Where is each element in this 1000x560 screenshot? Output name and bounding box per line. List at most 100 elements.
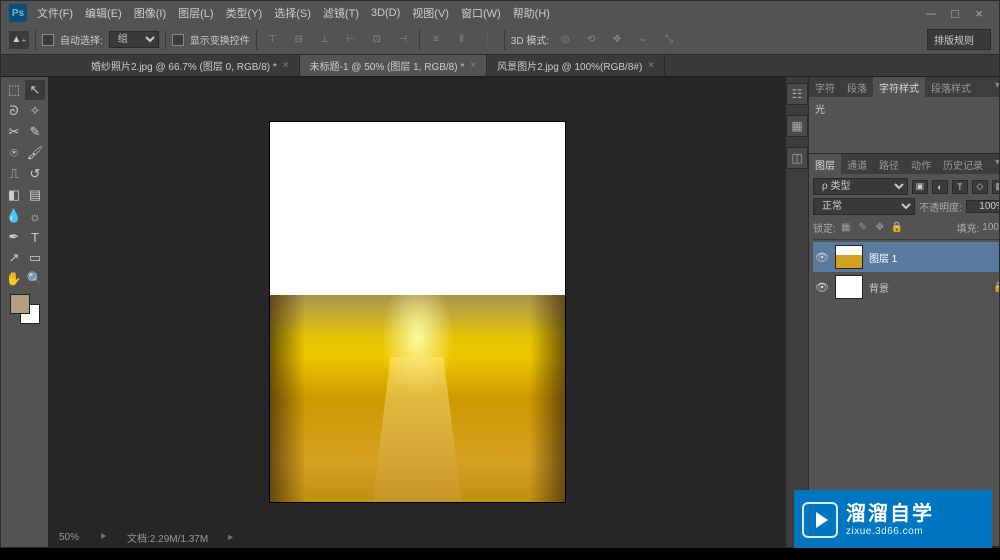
- visibility-icon[interactable]: 👁: [815, 251, 829, 264]
- hand-tool[interactable]: ✋: [4, 269, 24, 289]
- lasso-tool[interactable]: ᘐ: [4, 101, 24, 121]
- maximize-button[interactable]: □: [943, 6, 967, 21]
- close-icon[interactable]: ×: [283, 60, 289, 71]
- menu-window[interactable]: 窗口(W): [461, 5, 501, 21]
- stamp-tool[interactable]: ⎍: [4, 164, 24, 184]
- align-vcenter-icon[interactable]: ⊟: [289, 31, 309, 49]
- menu-edit[interactable]: 编辑(E): [85, 5, 122, 21]
- filter-pixel-icon[interactable]: ▣: [912, 180, 928, 194]
- panel-menu-icon[interactable]: ▾≡: [989, 77, 999, 97]
- 3d-slide-icon[interactable]: ⇔: [633, 31, 653, 49]
- tab-history[interactable]: 历史记录: [937, 154, 989, 174]
- history-dock-icon[interactable]: ☷: [786, 83, 808, 105]
- layer-thumbnail[interactable]: [835, 275, 863, 299]
- filter-adjust-icon[interactable]: ◐: [932, 180, 948, 194]
- distribute-icon-3[interactable]: ⋮: [478, 31, 498, 49]
- menu-3d[interactable]: 3D(D): [371, 7, 400, 19]
- align-top-icon[interactable]: ⊤: [263, 31, 283, 49]
- zoom-tool[interactable]: 🔍: [25, 269, 45, 289]
- properties-dock-icon[interactable]: ◫: [786, 147, 808, 169]
- blend-mode-dropdown[interactable]: 正常: [813, 198, 915, 215]
- filter-shape-icon[interactable]: ◇: [972, 180, 988, 194]
- layer-item-bg[interactable]: 👁 背景 🔒: [813, 272, 999, 302]
- close-button[interactable]: ×: [967, 6, 991, 21]
- opacity-value[interactable]: 100%: [966, 200, 999, 213]
- color-swatch[interactable]: [4, 292, 45, 326]
- menu-filter[interactable]: 滤镜(T): [323, 5, 359, 21]
- healing-tool[interactable]: ⍟: [4, 143, 24, 163]
- close-icon[interactable]: ×: [470, 60, 476, 71]
- menu-select[interactable]: 选择(S): [274, 5, 311, 21]
- history-brush-tool[interactable]: ↺: [25, 164, 45, 184]
- show-transform-checkbox[interactable]: [172, 34, 184, 46]
- lock-position-icon[interactable]: ✥: [873, 221, 887, 235]
- filter-smart-icon[interactable]: ▦: [992, 180, 999, 194]
- char-style-item[interactable]: 光: [815, 105, 825, 116]
- arrange-rules-button[interactable]: 排版规则: [927, 29, 991, 50]
- lock-transparent-icon[interactable]: ▦: [839, 221, 853, 235]
- move-tool-icon[interactable]: ▲₊: [9, 31, 29, 49]
- tab-paths[interactable]: 路径: [873, 154, 905, 174]
- align-right-icon[interactable]: ⊣: [393, 31, 413, 49]
- 3d-zoom-icon[interactable]: ⤡: [659, 31, 679, 49]
- minimize-button[interactable]: ─: [919, 6, 943, 21]
- gradient-tool[interactable]: ▤: [25, 185, 45, 205]
- auto-select-checkbox[interactable]: [42, 34, 54, 46]
- swatches-dock-icon[interactable]: ▦: [786, 115, 808, 137]
- tab-char-style[interactable]: 字符样式: [873, 77, 925, 97]
- shape-tool[interactable]: ▭: [25, 248, 45, 268]
- distribute-icon[interactable]: ≡: [426, 31, 446, 49]
- layer-filter-kind[interactable]: ρ 类型: [813, 178, 908, 195]
- document-canvas[interactable]: [270, 122, 565, 502]
- menu-file[interactable]: 文件(F): [37, 5, 73, 21]
- blur-tool[interactable]: 💧: [4, 206, 24, 226]
- eyedropper-tool[interactable]: ✎: [25, 122, 45, 142]
- foreground-color[interactable]: [10, 294, 30, 314]
- menu-view[interactable]: 视图(V): [412, 5, 449, 21]
- align-left-icon[interactable]: ⊢: [341, 31, 361, 49]
- tab-para-style[interactable]: 段落样式: [925, 77, 977, 97]
- layer-name[interactable]: 图层 1: [869, 250, 999, 265]
- tab-paragraph[interactable]: 段落: [841, 77, 873, 97]
- layer-name[interactable]: 背景: [869, 280, 987, 295]
- fill-value[interactable]: 100%: [982, 222, 999, 233]
- 3d-pan-icon[interactable]: ✥: [607, 31, 627, 49]
- brush-tool[interactable]: 🖌: [25, 143, 45, 163]
- panel-menu-icon[interactable]: ▾≡: [989, 154, 999, 174]
- 3d-roll-icon[interactable]: ⟲: [581, 31, 601, 49]
- tab-actions[interactable]: 动作: [905, 154, 937, 174]
- marquee-tool[interactable]: ⬚: [4, 80, 24, 100]
- type-tool[interactable]: T: [25, 227, 45, 247]
- filter-type-icon[interactable]: T: [952, 180, 968, 194]
- tab-layers[interactable]: 图层: [809, 154, 841, 174]
- magic-wand-tool[interactable]: ✧: [25, 101, 45, 121]
- tab-channels[interactable]: 通道: [841, 154, 873, 174]
- doc-tab-2[interactable]: 未标题-1 @ 50% (图层 1, RGB/8) *×: [300, 55, 487, 76]
- menu-type[interactable]: 类型(Y): [226, 5, 263, 21]
- layer-item-1[interactable]: 👁 图层 1: [813, 242, 999, 272]
- visibility-icon[interactable]: 👁: [815, 281, 829, 294]
- menu-image[interactable]: 图像(I): [134, 5, 166, 21]
- pen-tool[interactable]: ✒: [4, 227, 24, 247]
- lock-paint-icon[interactable]: ✎: [856, 221, 870, 235]
- auto-select-dropdown[interactable]: 组: [109, 31, 159, 48]
- distribute-icon-2[interactable]: ⫴: [452, 31, 472, 49]
- eraser-tool[interactable]: ◧: [4, 185, 24, 205]
- move-tool[interactable]: ↖: [25, 80, 45, 100]
- arrows-icon[interactable]: ⯈: [99, 532, 107, 543]
- align-hcenter-icon[interactable]: ⊡: [367, 31, 387, 49]
- menu-layer[interactable]: 图层(L): [178, 5, 213, 21]
- lock-all-icon[interactable]: 🔒: [890, 221, 904, 235]
- zoom-level[interactable]: 50%: [59, 532, 79, 543]
- doc-tab-3[interactable]: 风景图片2.jpg @ 100%(RGB/8#)×: [487, 55, 665, 76]
- chevron-right-icon[interactable]: ▸: [228, 532, 233, 543]
- align-bottom-icon[interactable]: ⊥: [315, 31, 335, 49]
- canvas-area[interactable]: 50% ⯈ 文档:2.29M/1.37M ▸: [49, 77, 785, 547]
- doc-tab-1[interactable]: 婚纱照片2.jpg @ 66.7% (图层 0, RGB/8) *×: [81, 55, 300, 76]
- dodge-tool[interactable]: ☼: [25, 206, 45, 226]
- layer-thumbnail[interactable]: [835, 245, 863, 269]
- menu-help[interactable]: 帮助(H): [513, 5, 550, 21]
- 3d-orbit-icon[interactable]: ◎: [555, 31, 575, 49]
- close-icon[interactable]: ×: [648, 60, 654, 71]
- crop-tool[interactable]: ✂: [4, 122, 24, 142]
